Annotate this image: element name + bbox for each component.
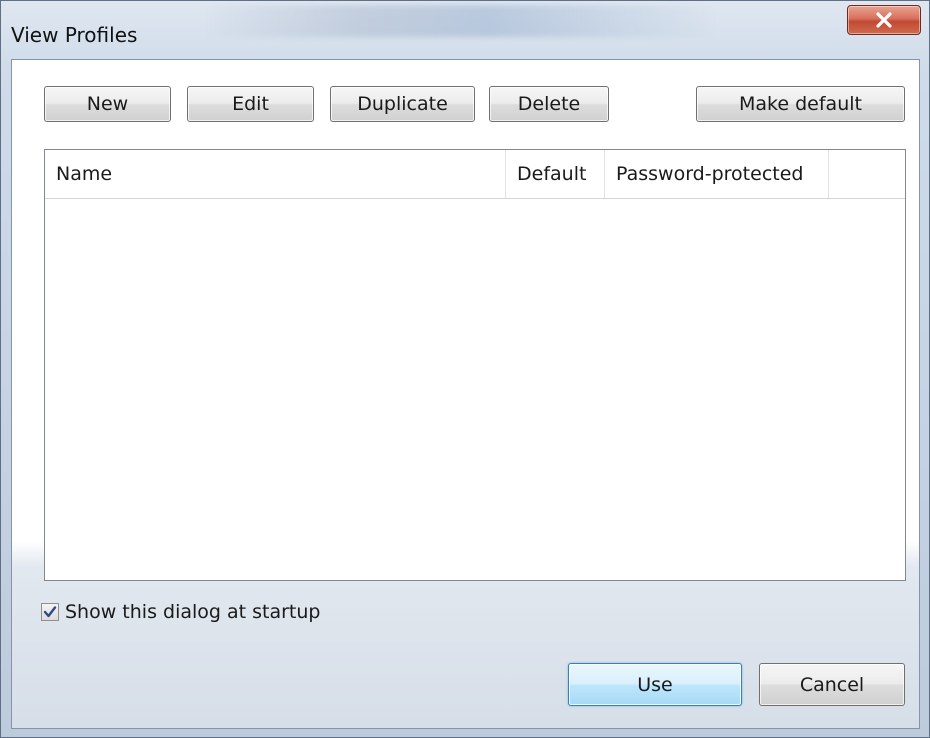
view-profiles-dialog: View Profiles New Edit Duplicate Delete … — [0, 0, 930, 738]
startup-checkbox[interactable] — [41, 603, 59, 621]
startup-checkbox-row[interactable]: Show this dialog at startup — [41, 601, 321, 623]
checkmark-icon — [43, 606, 57, 618]
window-title: View Profiles — [11, 23, 138, 47]
make-default-button[interactable]: Make default — [696, 86, 905, 122]
close-button[interactable] — [847, 5, 921, 35]
use-button[interactable]: Use — [568, 663, 742, 706]
column-header-default[interactable]: Default — [506, 150, 605, 198]
edit-button[interactable]: Edit — [187, 86, 314, 122]
new-button[interactable]: New — [44, 86, 171, 122]
list-header: Name Default Password-protected — [45, 150, 905, 199]
delete-button[interactable]: Delete — [489, 86, 609, 122]
column-header-password-protected[interactable]: Password-protected — [605, 150, 829, 198]
cancel-button[interactable]: Cancel — [759, 663, 905, 706]
profiles-list[interactable]: Name Default Password-protected — [44, 149, 906, 581]
column-header-name[interactable]: Name — [45, 150, 506, 198]
duplicate-button[interactable]: Duplicate — [330, 86, 475, 122]
startup-checkbox-label: Show this dialog at startup — [65, 601, 321, 623]
title-bar: View Profiles — [1, 1, 929, 47]
column-header-filler — [829, 150, 905, 198]
close-icon — [876, 12, 892, 28]
